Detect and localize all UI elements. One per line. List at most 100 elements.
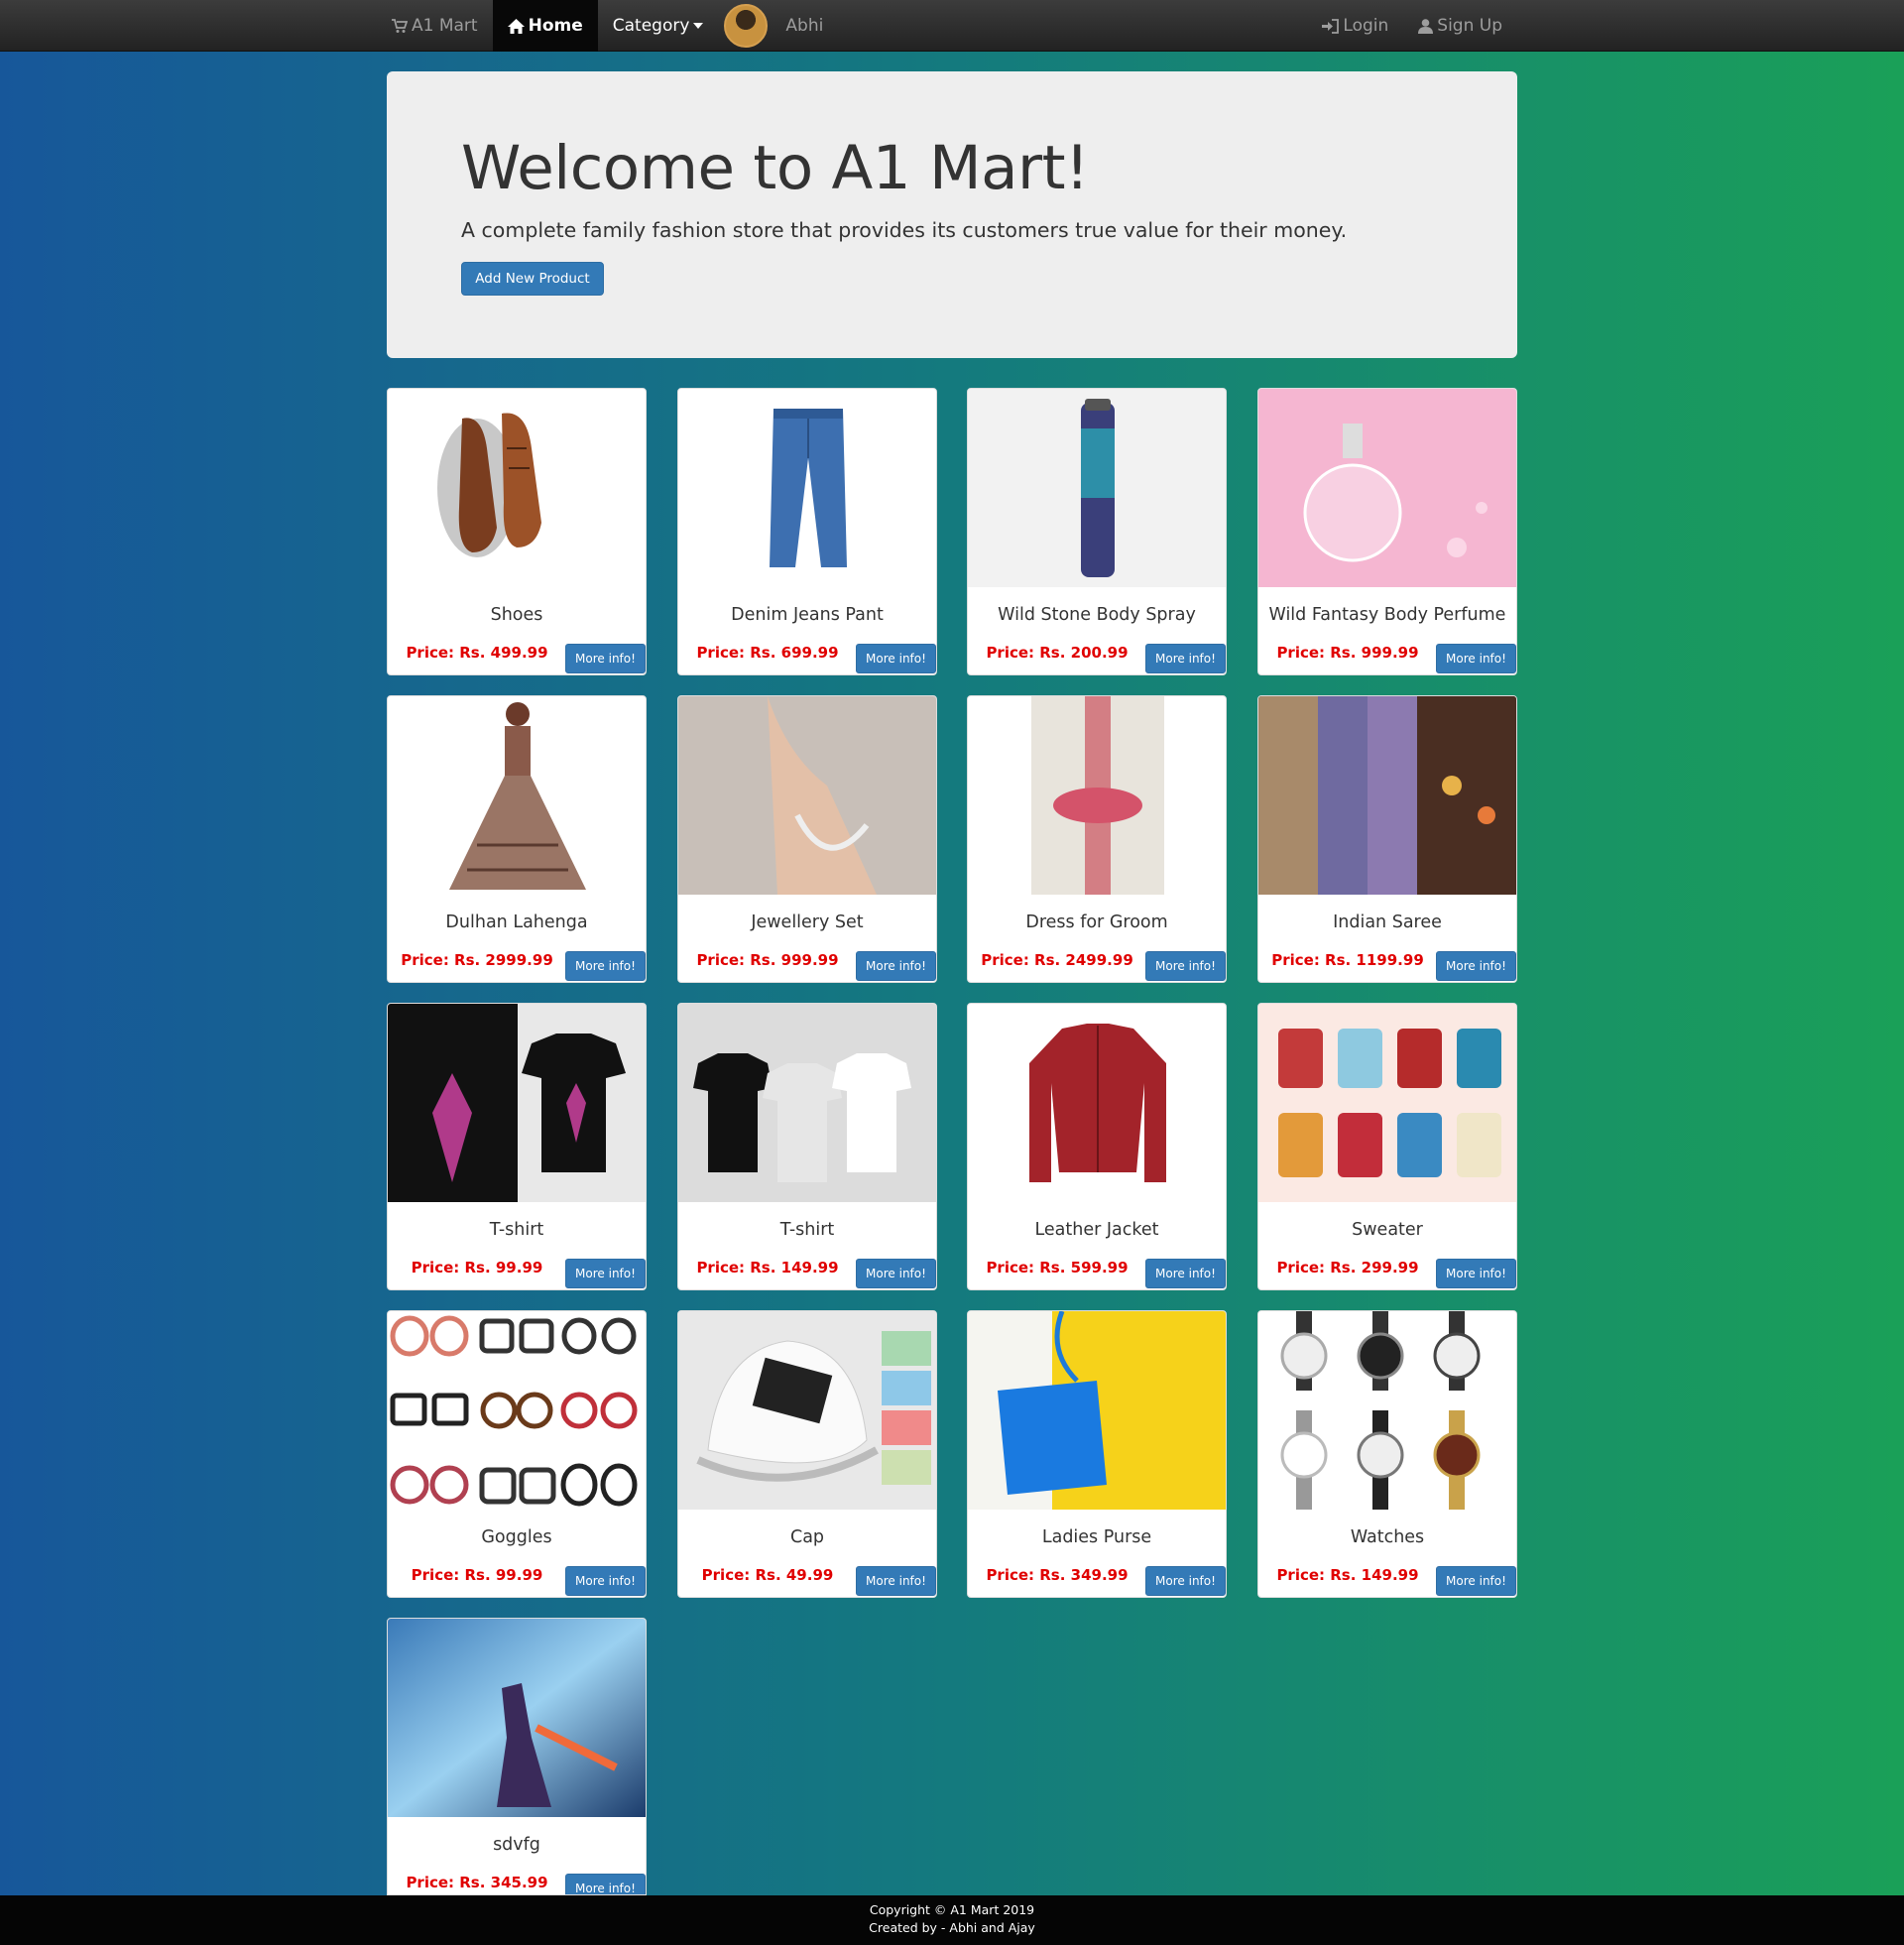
product-image-sdvfg[interactable] [388, 1619, 646, 1817]
product-card: Denim Jeans Pant Price: Rs. 699.99 More … [677, 388, 937, 675]
nav-home-label: Home [528, 16, 583, 36]
product-image-cap[interactable] [678, 1311, 936, 1510]
user-icon [1418, 18, 1434, 34]
more-info-button[interactable]: More info! [856, 644, 936, 673]
more-info-button[interactable]: More info! [856, 951, 936, 981]
navbar: A1 Mart Home Category Abhi Login Sign Up [0, 0, 1904, 52]
nav-user[interactable]: Abhi [768, 0, 838, 52]
product-price: Price: Rs. 699.99 [696, 644, 839, 662]
product-card: Wild Fantasy Body Perfume Price: Rs. 999… [1257, 388, 1517, 675]
more-info-button[interactable]: More info! [1436, 1566, 1516, 1596]
product-image-jewellery[interactable] [678, 696, 936, 895]
product-card: Dulhan Lahenga Price: Rs. 2999.99 More i… [387, 695, 647, 983]
product-card: Shoes Price: Rs. 499.99 More info! [387, 388, 647, 675]
more-info-button[interactable]: More info! [1145, 1259, 1226, 1288]
product-name: Wild Fantasy Body Perfume [1268, 605, 1506, 625]
product-price: Price: Rs. 499.99 [406, 644, 548, 662]
nav-user-label: Abhi [785, 16, 824, 36]
more-info-button[interactable]: More info! [1145, 951, 1226, 981]
product-name: T-shirt [489, 1220, 544, 1240]
product-image-sweaters[interactable] [1258, 1004, 1516, 1202]
product-image-tshirt-ultra[interactable] [388, 1004, 646, 1202]
home-icon [507, 18, 525, 34]
product-card: Watches Price: Rs. 149.99 More info! [1257, 1310, 1517, 1598]
nav-right: Login Sign Up [1307, 0, 1517, 52]
product-image-saree[interactable] [1258, 696, 1516, 895]
product-price: Price: Rs. 2999.99 [401, 951, 553, 969]
product-image-watches[interactable] [1258, 1311, 1516, 1510]
product-name: Sweater [1352, 1220, 1423, 1240]
product-card: Cap Price: Rs. 49.99 More info! [677, 1310, 937, 1598]
product-name: Denim Jeans Pant [731, 605, 884, 625]
product-price: Price: Rs. 1199.99 [1271, 951, 1424, 969]
product-image-leather-jacket[interactable] [968, 1004, 1226, 1202]
product-image-body-spray[interactable] [968, 389, 1226, 587]
more-info-button[interactable]: More info! [565, 1874, 646, 1894]
product-price: Price: Rs. 299.99 [1276, 1259, 1419, 1276]
product-image-lahenga[interactable] [388, 696, 646, 895]
cart-icon [392, 18, 408, 34]
product-name: Shoes [490, 605, 543, 625]
product-price: Price: Rs. 99.99 [411, 1259, 543, 1276]
footer: Copyright © A1 Mart 2019 Created by - Ab… [0, 1895, 1904, 1945]
product-card: Wild Stone Body Spray Price: Rs. 200.99 … [967, 388, 1227, 675]
more-info-button[interactable]: More info! [1436, 1259, 1516, 1288]
user-avatar-wrap [718, 0, 769, 52]
product-image-ladies-purse[interactable] [968, 1311, 1226, 1510]
product-card: Sweater Price: Rs. 299.99 More info! [1257, 1003, 1517, 1290]
product-price: Price: Rs. 99.99 [411, 1566, 543, 1584]
product-price: Price: Rs. 149.99 [696, 1259, 839, 1276]
product-image-perfume[interactable] [1258, 389, 1516, 587]
nav-category-dropdown[interactable]: Category [598, 0, 719, 52]
more-info-button[interactable]: More info! [565, 1259, 646, 1288]
more-info-button[interactable]: More info! [565, 951, 646, 981]
product-name: Dulhan Lahenga [445, 912, 588, 932]
more-info-button[interactable]: More info! [856, 1259, 936, 1288]
product-name: Goggles [481, 1527, 552, 1547]
product-image-jeans[interactable] [678, 389, 936, 587]
product-price: Price: Rs. 999.99 [1276, 644, 1419, 662]
product-image-shoes[interactable] [388, 389, 646, 587]
product-card: Goggles Price: Rs. 99.99 More info! [387, 1310, 647, 1598]
more-info-button[interactable]: More info! [1436, 951, 1516, 981]
more-info-button[interactable]: More info! [1145, 1566, 1226, 1596]
avatar[interactable] [724, 4, 769, 48]
more-info-button[interactable]: More info! [1145, 644, 1226, 673]
product-image-goggles[interactable] [388, 1311, 646, 1510]
product-price: Price: Rs. 2499.99 [981, 951, 1133, 969]
page-subtitle: A complete family fashion store that pro… [461, 218, 1348, 242]
login-icon [1322, 18, 1340, 34]
welcome-jumbotron: Welcome to A1 Mart! A complete family fa… [387, 71, 1517, 358]
nav-home[interactable]: Home [492, 0, 598, 52]
footer-credits: Created by - Abhi and Ajay [869, 1920, 1035, 1935]
nav-signup-label: Sign Up [1437, 16, 1502, 36]
product-price: Price: Rs. 49.99 [701, 1566, 834, 1584]
page-title: Welcome to A1 Mart! [461, 133, 1089, 203]
nav-signup[interactable]: Sign Up [1403, 0, 1517, 52]
product-card: Leather Jacket Price: Rs. 599.99 More in… [967, 1003, 1227, 1290]
product-name: Dress for Groom [1025, 912, 1168, 932]
more-info-button[interactable]: More info! [565, 1566, 646, 1596]
product-name: Ladies Purse [1041, 1527, 1152, 1547]
product-name: Wild Stone Body Spray [998, 605, 1196, 625]
product-price: Price: Rs. 149.99 [1276, 1566, 1419, 1584]
more-info-button[interactable]: More info! [856, 1566, 936, 1596]
brand-link[interactable]: A1 Mart [377, 0, 493, 52]
product-card: Indian Saree Price: Rs. 1199.99 More inf… [1257, 695, 1517, 983]
footer-copyright: Copyright © A1 Mart 2019 [869, 1902, 1035, 1917]
nav-login[interactable]: Login [1307, 0, 1403, 52]
more-info-button[interactable]: More info! [1436, 644, 1516, 673]
more-info-button[interactable]: More info! [565, 644, 646, 673]
product-price: Price: Rs. 999.99 [696, 951, 839, 969]
product-name: Jewellery Set [751, 912, 864, 932]
product-image-groom-dress[interactable] [968, 696, 1226, 895]
product-price: Price: Rs. 599.99 [986, 1259, 1129, 1276]
nav-login-label: Login [1343, 16, 1389, 36]
product-image-tshirts[interactable] [678, 1004, 936, 1202]
product-card: Dress for Groom Price: Rs. 2499.99 More … [967, 695, 1227, 983]
add-new-product-button[interactable]: Add New Product [461, 262, 604, 296]
product-card: Jewellery Set Price: Rs. 999.99 More inf… [677, 695, 937, 983]
product-price: Price: Rs. 200.99 [986, 644, 1129, 662]
product-price: Price: Rs. 349.99 [986, 1566, 1129, 1584]
brand-label: A1 Mart [412, 16, 478, 36]
